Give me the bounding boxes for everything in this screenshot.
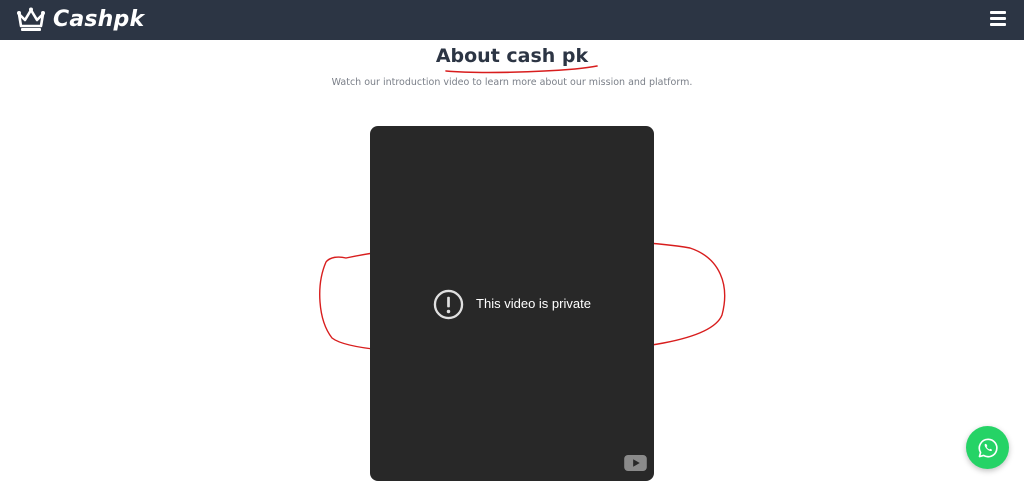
brand-name: Cashpk bbox=[53, 7, 145, 32]
hamburger-menu-icon[interactable] bbox=[990, 11, 1006, 27]
brand-logo-link[interactable]: Cashpk bbox=[16, 6, 144, 34]
whatsapp-icon bbox=[978, 437, 998, 458]
exclamation-circle-icon bbox=[433, 289, 464, 319]
top-navbar: Cashpk bbox=[0, 0, 1024, 40]
video-private-message: This video is private bbox=[370, 289, 654, 319]
youtube-icon[interactable] bbox=[624, 455, 647, 471]
page-subtitle: Watch our introduction video to learn mo… bbox=[331, 77, 693, 88]
video-player[interactable]: This video is private bbox=[370, 126, 654, 481]
page-title: About cash pk bbox=[435, 45, 589, 67]
whatsapp-chat-button[interactable] bbox=[966, 426, 1009, 469]
video-message-text: This video is private bbox=[476, 296, 591, 311]
crown-icon bbox=[17, 7, 45, 31]
